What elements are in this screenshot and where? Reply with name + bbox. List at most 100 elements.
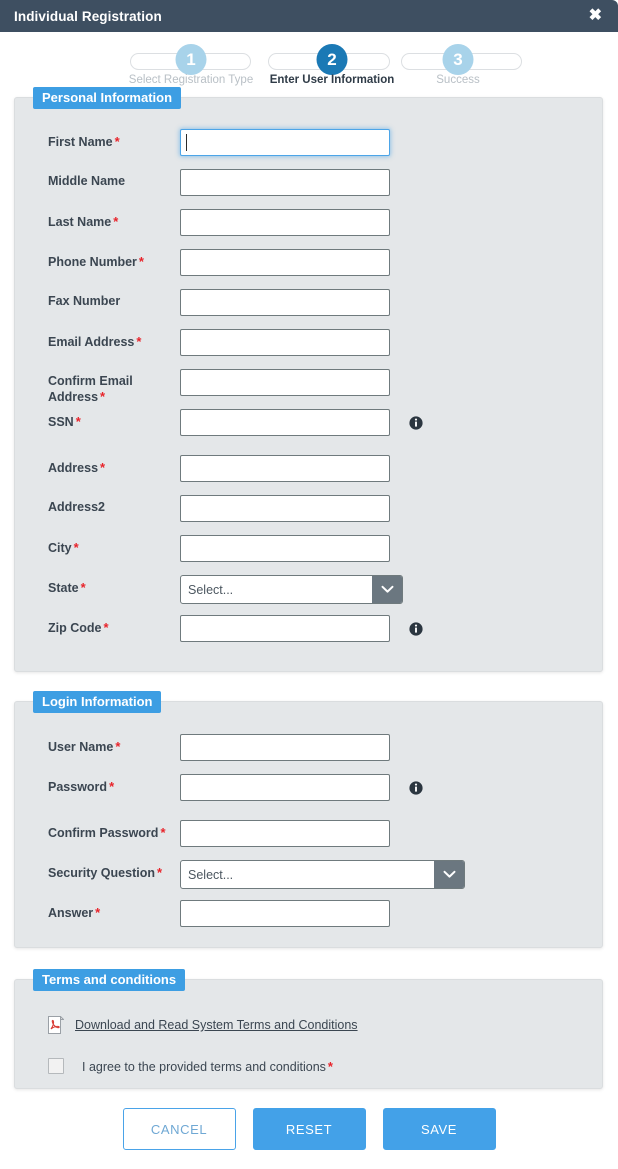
input-first-name[interactable] (180, 129, 390, 156)
select-state[interactable]: Select... (180, 575, 403, 604)
required-marker: * (136, 334, 142, 349)
label-text: First Name (48, 135, 113, 149)
info-icon-ssn[interactable] (409, 416, 423, 430)
label-security-question: Security Question * (48, 865, 188, 881)
label-address2: Address2 (48, 500, 188, 515)
input-password[interactable] (180, 774, 390, 801)
label-confirm-email-address: Confirm Email Address * (48, 374, 188, 405)
input-zip-code[interactable] (180, 615, 390, 642)
info-icon-zip-code[interactable] (409, 622, 423, 636)
form-row: Fax Number (15, 289, 602, 334)
input-middle-name[interactable] (180, 169, 390, 196)
step-1-number: 1 (175, 44, 207, 75)
label-text: City (48, 541, 72, 555)
form-row: Zip Code * (15, 615, 602, 660)
info-icon-password[interactable] (409, 781, 423, 795)
label-text: Security Question (48, 866, 155, 880)
form-row: Address2 (15, 495, 602, 540)
label-text: Password (48, 780, 108, 794)
terms-and-conditions-panel: Terms and conditions Download and Read S… (14, 969, 603, 1089)
input-address[interactable] (180, 455, 390, 482)
form-row: Email Address * (15, 329, 602, 374)
label-text: Last Name (48, 215, 112, 229)
label-text: Phone Number (48, 255, 137, 269)
label-text: Confirm Email Address (48, 374, 133, 404)
dialog-title: Individual Registration (14, 8, 162, 24)
required-marker: * (156, 865, 163, 880)
required-marker: * (100, 460, 106, 475)
select-value: Select... (188, 582, 234, 597)
form-row: User Name * (15, 734, 602, 779)
label-text: Confirm Password (48, 826, 159, 840)
select-security-question[interactable]: Select... (180, 860, 465, 889)
terms-download-row[interactable]: Download and Read System Terms and Condi… (48, 1015, 358, 1034)
input-confirm-password[interactable] (180, 820, 390, 847)
label-fax-number: Fax Number (48, 294, 188, 309)
form-row: Last Name * (15, 209, 602, 254)
input-city[interactable] (180, 535, 390, 562)
label-answer: Answer * (48, 905, 188, 921)
save-button[interactable]: SAVE (382, 1108, 496, 1150)
input-answer[interactable] (180, 900, 390, 927)
step-1-label: Select Registration Type (128, 74, 254, 86)
input-address2[interactable] (180, 495, 390, 522)
terms-agree-label: I agree to the provided terms and condit… (82, 1059, 333, 1074)
required-marker: * (327, 1058, 333, 1074)
label-zip-code: Zip Code * (48, 620, 188, 636)
input-confirm-email-address[interactable] (180, 369, 390, 396)
chevron-down-icon[interactable] (372, 576, 402, 603)
label-state: State * (48, 580, 188, 596)
label-text: Address (48, 461, 99, 475)
label-text: User Name (48, 740, 114, 754)
step-3-label: Success (436, 74, 480, 86)
input-user-name[interactable] (180, 734, 390, 761)
input-email-address[interactable] (180, 329, 390, 356)
label-text: State (48, 581, 79, 595)
form-row: Confirm Password * (15, 820, 602, 865)
label-city: City * (48, 540, 188, 556)
label-user-name: User Name * (48, 739, 188, 755)
input-fax-number[interactable] (180, 289, 390, 316)
text-caret (186, 134, 187, 151)
label-first-name: First Name * (48, 134, 188, 150)
login-information-title: Login Information (33, 691, 162, 713)
label-phone-number: Phone Number * (48, 254, 188, 270)
label-text: Email Address (48, 335, 135, 349)
form-row: Middle Name (15, 169, 602, 214)
required-marker: * (138, 254, 144, 269)
form-row: State * Select... (15, 575, 602, 620)
label-address: Address * (48, 460, 188, 476)
label-email-address: Email Address * (48, 334, 188, 350)
close-icon[interactable]: ✖ (589, 8, 618, 24)
reset-button[interactable]: RESET (252, 1108, 366, 1150)
label-ssn: SSN * (48, 414, 188, 430)
registration-stepper: 1 Select Registration Type 2 Enter User … (0, 38, 618, 94)
dialog-titlebar: Individual Registration ✖ (0, 0, 618, 32)
required-marker: * (109, 779, 115, 794)
step-2-label: Enter User Information (269, 74, 395, 86)
required-marker: * (114, 134, 120, 149)
terms-agree-checkbox[interactable] (48, 1058, 64, 1074)
terms-agree-row: I agree to the provided terms and condit… (48, 1058, 333, 1074)
label-text: Fax Number (48, 294, 121, 308)
select-value: Select... (188, 867, 234, 882)
label-middle-name: Middle Name (48, 174, 188, 189)
dialog-footer: CANCEL RESET SAVE (0, 1108, 618, 1150)
form-row: Address * (15, 455, 602, 500)
input-phone-number[interactable] (180, 249, 390, 276)
terms-agree-text: I agree to the provided terms and condit… (82, 1059, 326, 1074)
terms-download-link[interactable]: Download and Read System Terms and Condi… (75, 1018, 358, 1032)
required-marker: * (75, 414, 81, 429)
step-2-number: 2 (316, 44, 348, 75)
required-marker: * (80, 580, 86, 595)
form-row: Answer * (15, 900, 602, 945)
form-row: First Name * (15, 129, 602, 174)
form-row: Password * (15, 774, 602, 819)
cancel-button[interactable]: CANCEL (122, 1108, 236, 1150)
input-last-name[interactable] (180, 209, 390, 236)
label-text: Zip Code (48, 621, 102, 635)
required-marker: * (95, 905, 101, 920)
chevron-down-icon[interactable] (434, 861, 464, 888)
input-ssn[interactable] (180, 409, 390, 436)
pdf-file-icon (48, 1015, 65, 1034)
